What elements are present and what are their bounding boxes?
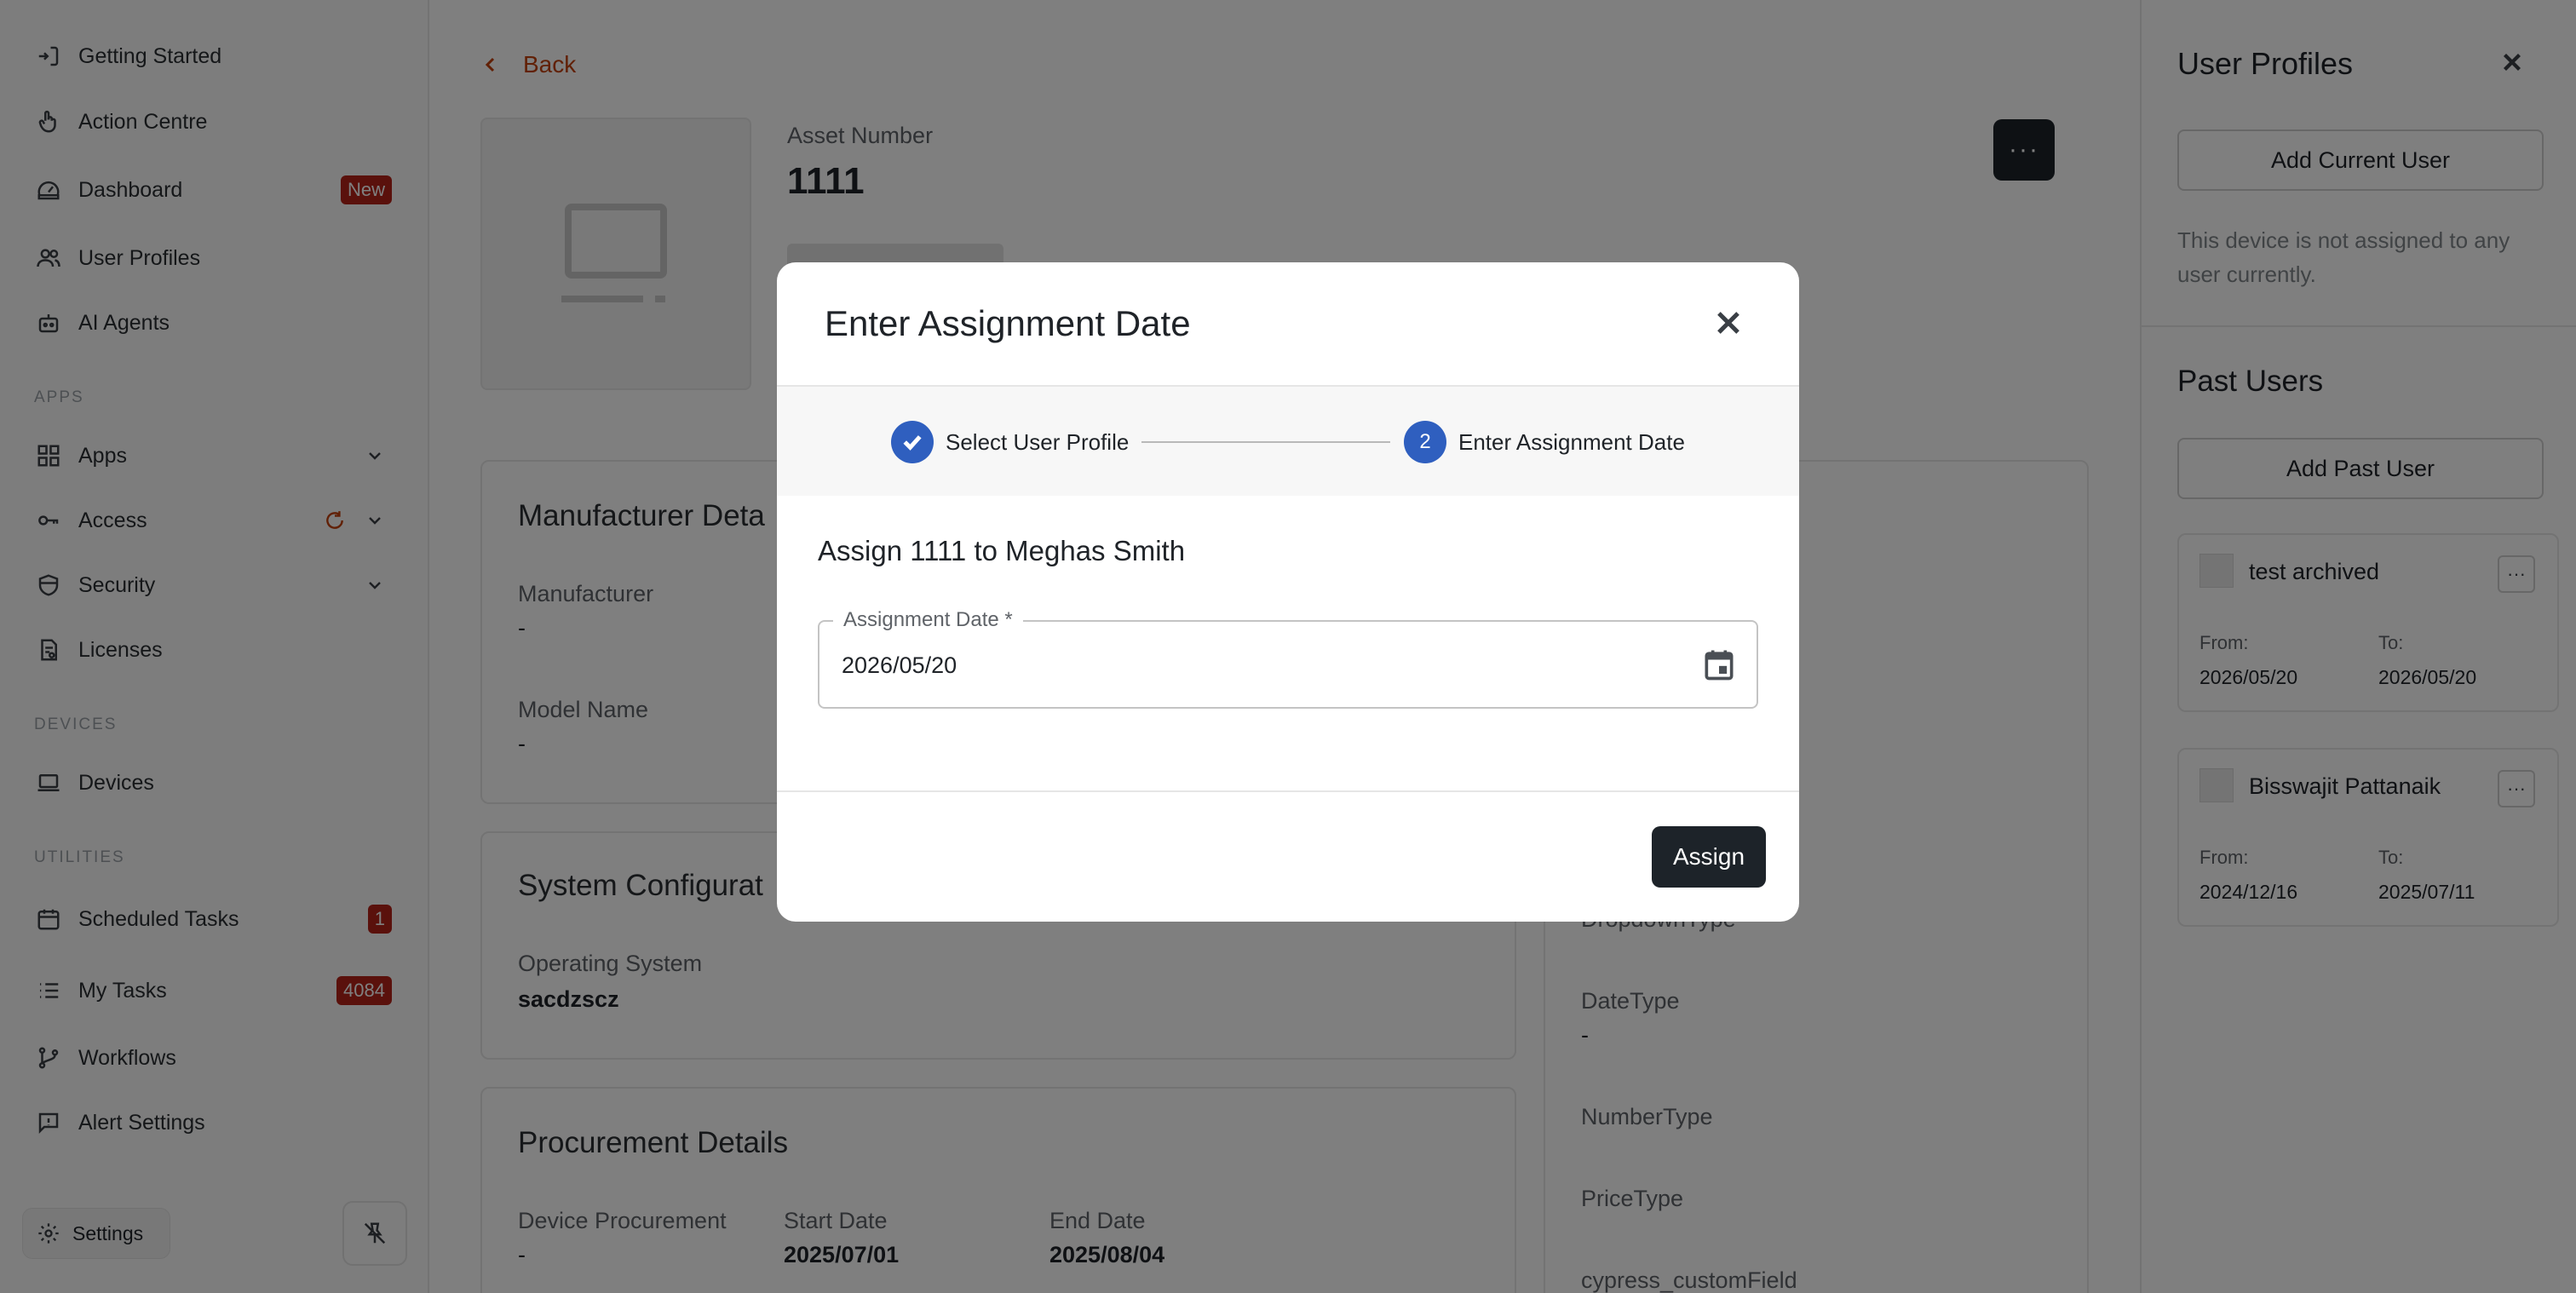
calendar-picker-icon[interactable] [1700, 646, 1738, 683]
step-label: Enter Assignment Date [1458, 429, 1685, 455]
step-complete-indicator [891, 421, 934, 463]
assignment-date-modal: Enter Assignment Date Select User Profil… [777, 262, 1799, 922]
close-icon [1717, 312, 1739, 334]
modal-title: Enter Assignment Date [825, 303, 1191, 343]
assignment-date-field[interactable]: Assignment Date * 2026/05/20 [818, 608, 1758, 709]
step-label: Select User Profile [946, 429, 1130, 455]
step-connector [1141, 441, 1390, 443]
close-modal-button[interactable] [1712, 307, 1745, 339]
assign-heading: Assign 1111 to Meghas Smith [818, 535, 1186, 566]
divider [777, 790, 1799, 792]
assignment-date-value[interactable]: 2026/05/20 [842, 652, 957, 679]
assign-button[interactable]: Assign [1652, 826, 1766, 888]
step-number-indicator: 2 [1404, 421, 1446, 463]
checkmark-icon [903, 435, 922, 451]
assignment-date-label: Assignment Date * [833, 608, 1023, 632]
stepper: Select User Profile 2 Enter Assignment D… [777, 385, 1799, 496]
